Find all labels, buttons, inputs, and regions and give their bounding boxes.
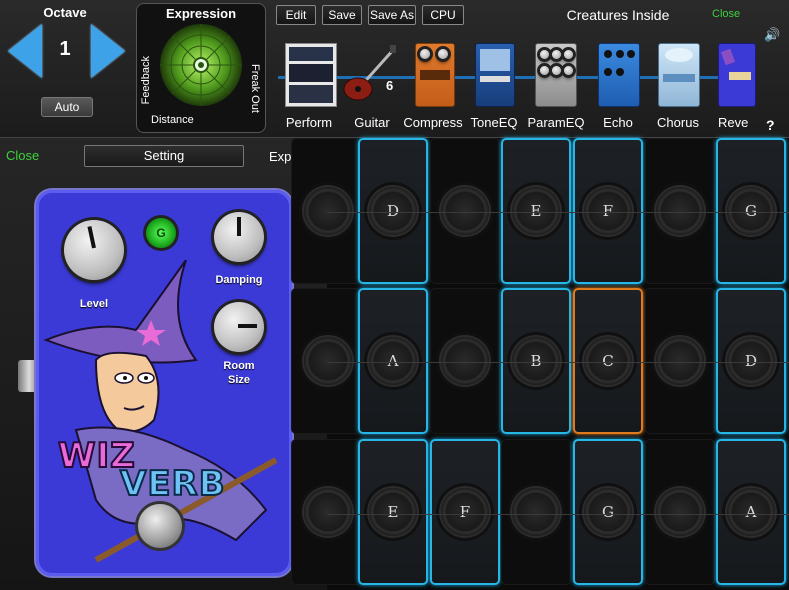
string-line (327, 514, 789, 515)
chain-item-guitar[interactable] (342, 43, 398, 105)
pad[interactable]: A (358, 288, 428, 434)
bypass-led: G (146, 218, 176, 248)
preset-title: Creatures Inside (566, 7, 670, 23)
expression-right-label: Freak Out (249, 64, 261, 113)
pad[interactable]: D (358, 138, 428, 284)
pad[interactable]: E (501, 138, 571, 284)
pad[interactable] (291, 439, 361, 585)
save-as-button[interactable]: Save As (368, 5, 416, 25)
save-button[interactable]: Save (322, 5, 362, 25)
pad-note: C (584, 337, 632, 385)
chain-item-compress[interactable] (415, 43, 455, 107)
chain-item-toneeq[interactable] (475, 43, 515, 107)
cpu-button[interactable]: CPU (422, 5, 464, 25)
pad[interactable]: A (716, 439, 786, 585)
pad-note: B (512, 337, 560, 385)
pad-note: D (727, 337, 775, 385)
chain-item-chorus[interactable] (658, 43, 700, 107)
pad[interactable] (645, 138, 715, 284)
chain-label-compress: Compress (403, 115, 463, 130)
top-bar: Octave 1 Auto Expression Feedback Freak … (0, 0, 789, 138)
pad-note: G (727, 187, 775, 235)
string-line (327, 212, 789, 213)
expression-radar-icon (160, 24, 242, 106)
pad[interactable]: E (358, 439, 428, 585)
auto-button[interactable]: Auto (41, 97, 93, 117)
pad[interactable]: G (573, 439, 643, 585)
chain-item-parameq[interactable] (535, 43, 577, 107)
wizverb-pedal: Level G Damping Room Size WIZ VERB (36, 190, 292, 576)
chain-label-perform: Perform (285, 115, 333, 130)
help-button[interactable]: ? (766, 117, 775, 133)
octave-value: 1 (59, 38, 71, 60)
pad[interactable]: D (716, 288, 786, 434)
pad[interactable] (291, 138, 361, 284)
pad[interactable] (291, 288, 361, 434)
header-close-button[interactable]: Close (712, 8, 740, 20)
chain-label-reverb: Reve (718, 115, 749, 130)
chain-item-echo[interactable] (598, 43, 640, 107)
pad-note: D (369, 187, 417, 235)
pad[interactable] (430, 138, 500, 284)
chain-label-chorus: Chorus (657, 115, 699, 130)
pad[interactable]: F (430, 439, 500, 585)
pad[interactable]: G (716, 138, 786, 284)
chain-label-parameq: ParamEQ (527, 115, 585, 130)
chain-item-perform[interactable] (285, 43, 337, 107)
octave-up-button[interactable] (91, 24, 125, 78)
footswitch[interactable] (138, 504, 182, 548)
chain-label-echo: Echo (603, 115, 633, 130)
pad[interactable] (645, 439, 715, 585)
panel-close-button[interactable]: Close (6, 148, 39, 163)
pad[interactable] (430, 288, 500, 434)
octave-down-button[interactable] (8, 24, 42, 78)
pad[interactable]: F (573, 138, 643, 284)
string-line (327, 362, 789, 363)
pad-note: F (584, 187, 632, 235)
pad-grid: D E F G A B C D E F G A (291, 138, 789, 590)
pad-note: A (727, 488, 775, 536)
pad-selected[interactable]: C (573, 288, 643, 434)
pad[interactable] (645, 288, 715, 434)
pad[interactable]: B (501, 288, 571, 434)
pad-note: G (584, 488, 632, 536)
chain-label-guitar: Guitar (354, 115, 390, 130)
octave-label: Octave (43, 5, 87, 20)
speaker-icon[interactable]: 🔊 (764, 27, 780, 43)
expression-pad[interactable]: Expression Feedback Freak Out Distance (136, 3, 266, 133)
expression-left-label: Feedback (140, 56, 152, 105)
chain-label-toneeq: ToneEQ (470, 115, 518, 130)
expression-bottom-label: Distance (151, 114, 194, 126)
logo-verb: VERB (119, 463, 226, 505)
damping-knob[interactable] (214, 212, 264, 262)
chain-item-reverb[interactable] (718, 43, 756, 107)
setting-tab[interactable]: Setting (84, 145, 244, 167)
expression-title: Expression (165, 6, 237, 21)
pad-note: F (441, 488, 489, 536)
pad[interactable] (501, 439, 571, 585)
pad-note: E (512, 187, 560, 235)
edit-button[interactable]: Edit (276, 5, 316, 25)
pad-note: A (369, 337, 417, 385)
guitar-badge: 6 (386, 78, 394, 93)
pad-note: E (369, 488, 417, 536)
